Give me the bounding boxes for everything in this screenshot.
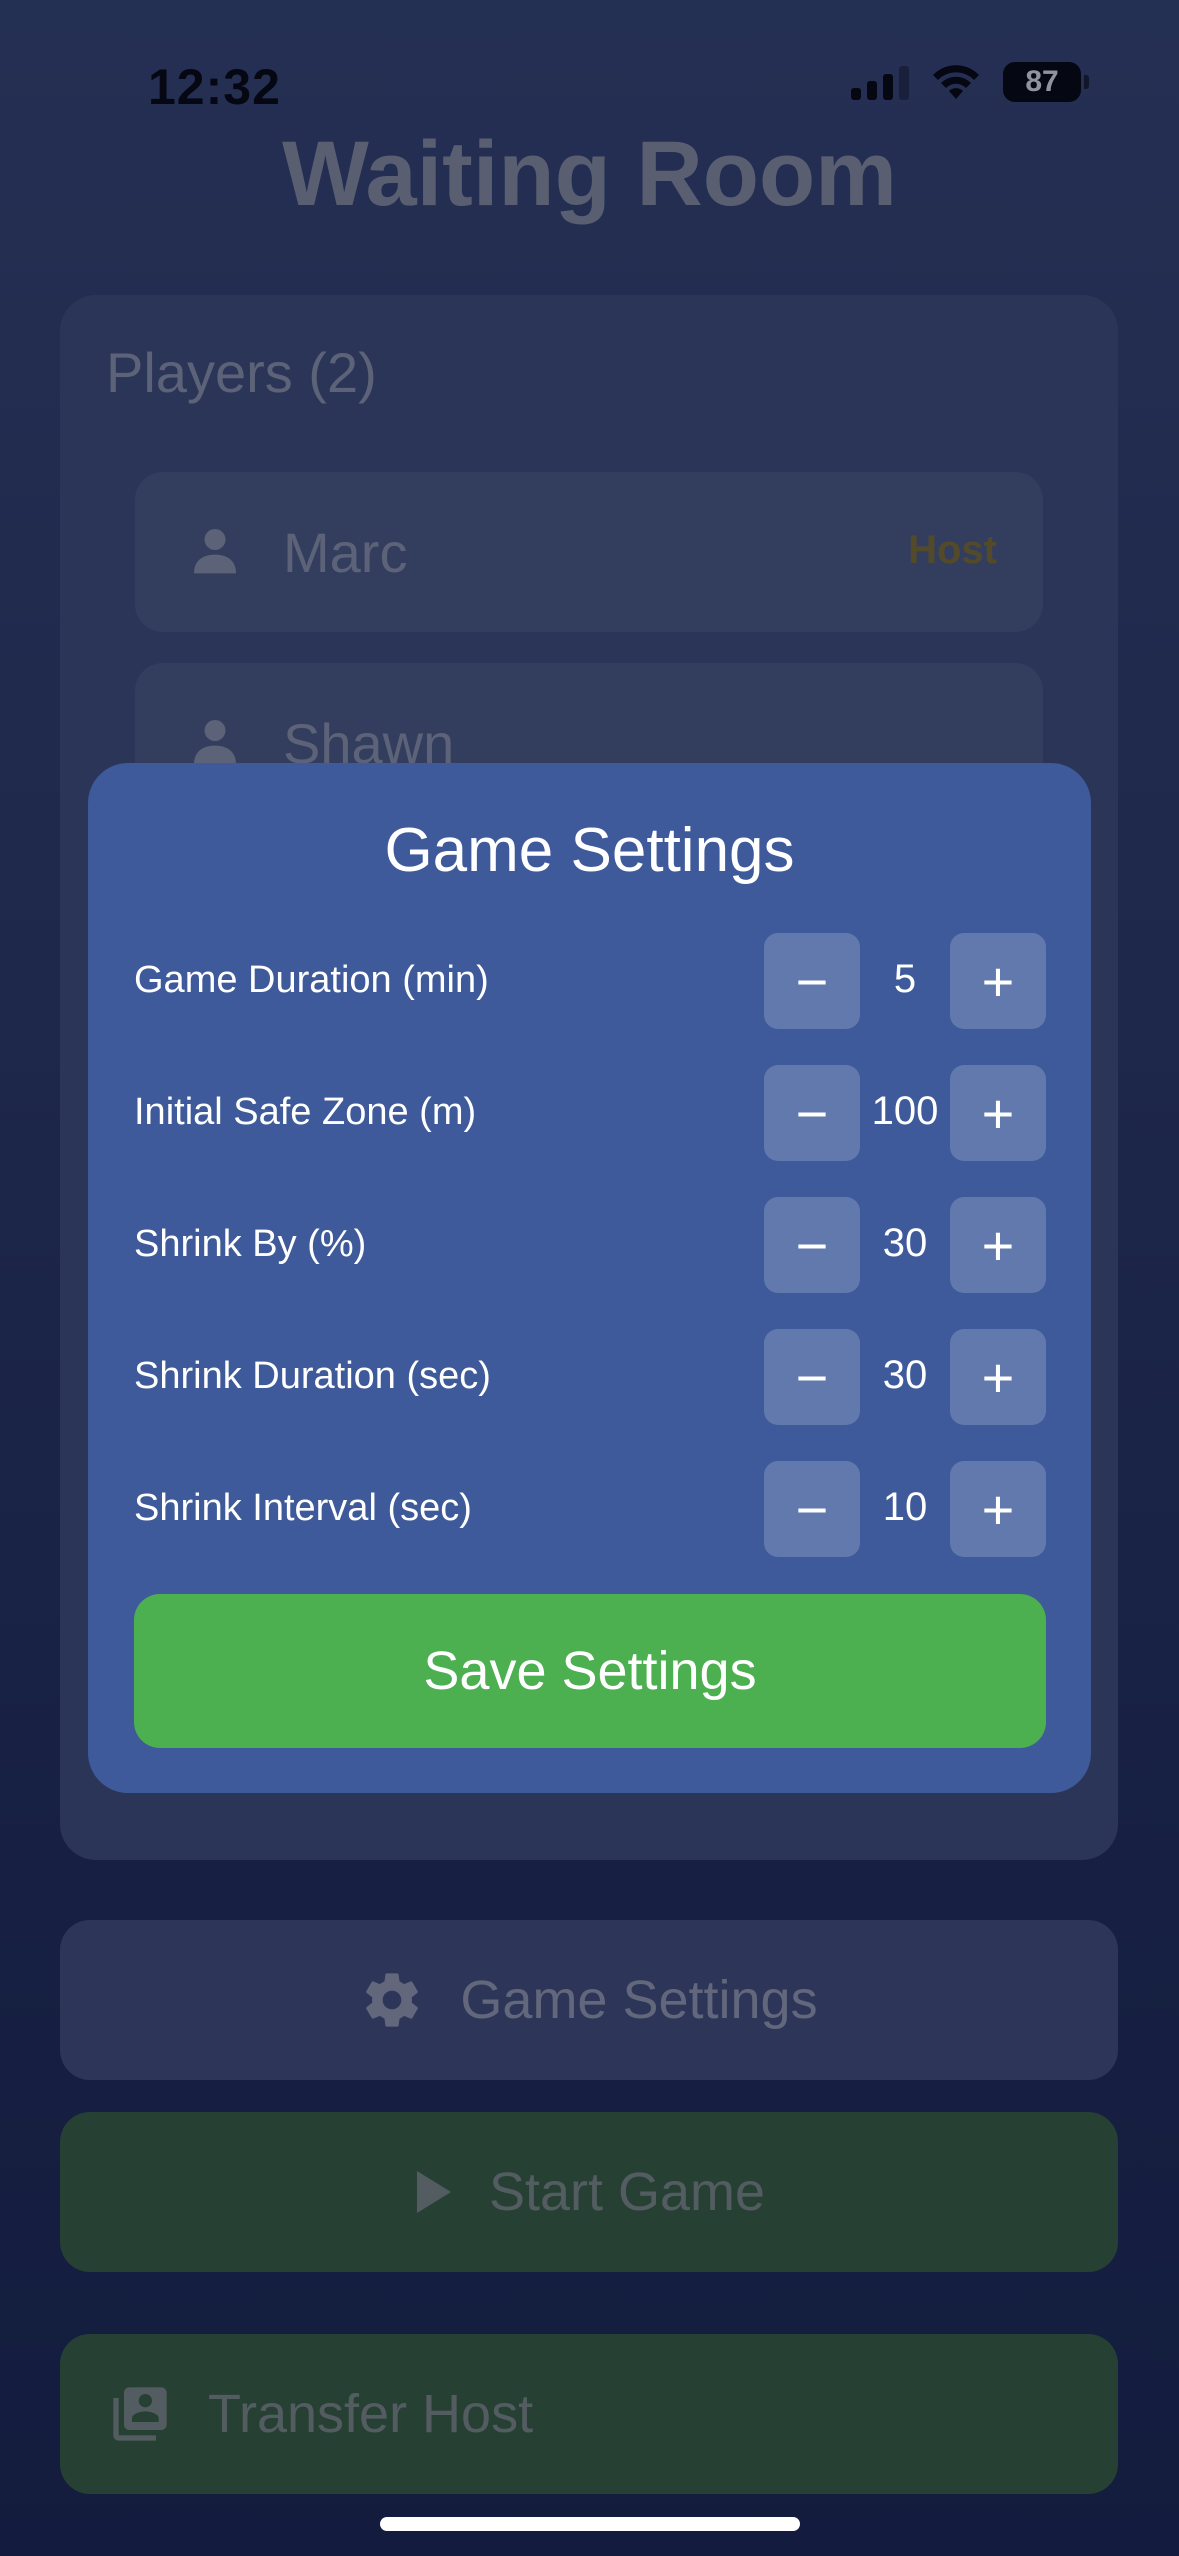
stepper-value: 100 bbox=[871, 1089, 939, 1133]
modal-title: Game Settings bbox=[384, 816, 795, 885]
setting-row-shrink-by: Shrink By (%) − 30 + bbox=[134, 1197, 1046, 1295]
setting-row-shrink-duration: Shrink Duration (sec) − 30 + bbox=[134, 1329, 1046, 1427]
game-duration-stepper: − 5 + bbox=[764, 933, 1046, 1031]
setting-label: Game Duration (min) bbox=[134, 959, 489, 1001]
setting-row-game-duration: Game Duration (min) − 5 + bbox=[134, 933, 1046, 1031]
increment-button[interactable]: + bbox=[950, 1329, 1046, 1425]
shrink-duration-stepper: − 30 + bbox=[764, 1329, 1046, 1427]
decrement-button[interactable]: − bbox=[764, 1197, 860, 1293]
increment-button[interactable]: + bbox=[950, 933, 1046, 1029]
shrink-by-stepper: − 30 + bbox=[764, 1197, 1046, 1295]
save-settings-button[interactable]: Save Settings bbox=[134, 1594, 1046, 1748]
app-screen: 12:32 87 Waiting Room Players (2) Marc H… bbox=[0, 0, 1179, 2556]
decrement-button[interactable]: − bbox=[764, 1461, 860, 1557]
game-settings-modal: Game Settings Game Duration (min) − 5 + … bbox=[88, 763, 1091, 1793]
setting-row-initial-safe-zone: Initial Safe Zone (m) − 100 + bbox=[134, 1065, 1046, 1163]
increment-button[interactable]: + bbox=[950, 1461, 1046, 1557]
setting-label: Initial Safe Zone (m) bbox=[134, 1091, 477, 1133]
decrement-button[interactable]: − bbox=[764, 1065, 860, 1161]
setting-label: Shrink Interval (sec) bbox=[134, 1487, 472, 1529]
setting-label: Shrink By (%) bbox=[134, 1223, 367, 1265]
setting-label: Shrink Duration (sec) bbox=[134, 1355, 491, 1397]
increment-button[interactable]: + bbox=[950, 1197, 1046, 1293]
stepper-value: 10 bbox=[882, 1485, 928, 1529]
initial-safe-zone-stepper: − 100 + bbox=[764, 1065, 1046, 1163]
stepper-value: 30 bbox=[882, 1353, 928, 1397]
home-indicator[interactable] bbox=[380, 2517, 800, 2531]
setting-row-shrink-interval: Shrink Interval (sec) − 10 + bbox=[134, 1461, 1046, 1559]
stepper-value: 30 bbox=[882, 1221, 928, 1265]
shrink-interval-stepper: − 10 + bbox=[764, 1461, 1046, 1559]
decrement-button[interactable]: − bbox=[764, 933, 860, 1029]
increment-button[interactable]: + bbox=[950, 1065, 1046, 1161]
stepper-value: 5 bbox=[893, 957, 917, 1001]
decrement-button[interactable]: − bbox=[764, 1329, 860, 1425]
